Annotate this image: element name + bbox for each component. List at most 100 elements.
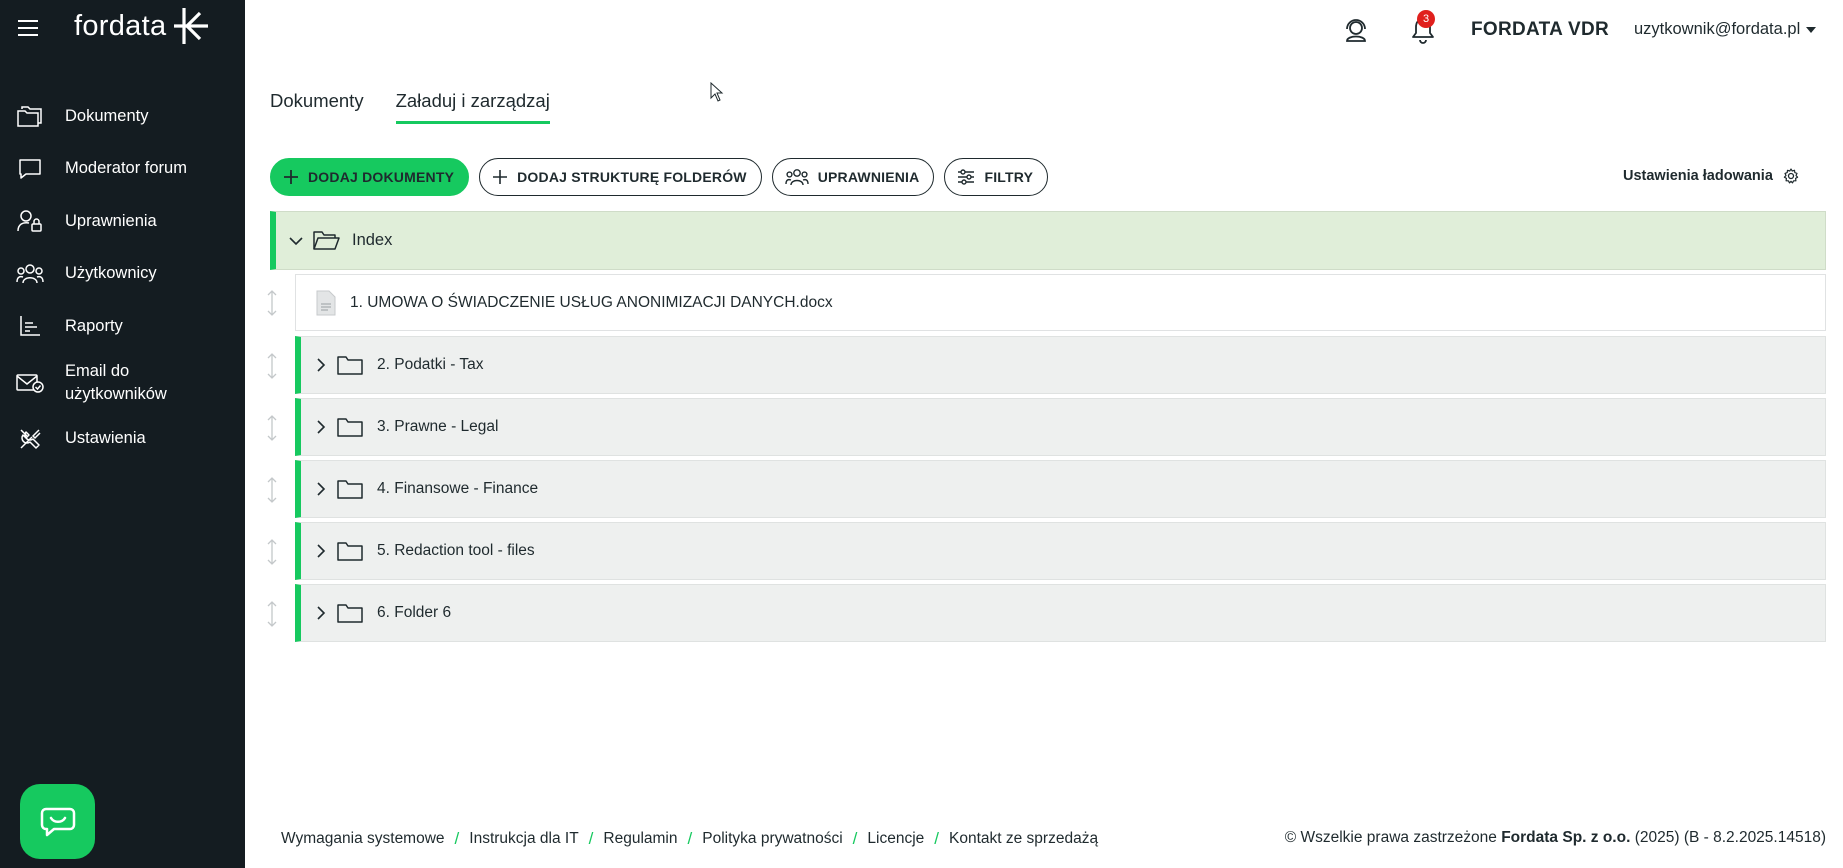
copyright-suffix: (2025) (B - 8.2.2025.14518) [1634,829,1826,846]
add-folder-structure-button[interactable]: DODAJ STRUKTURĘ FOLDERÓW [479,158,762,196]
sidebar-item-reports[interactable]: Raporty [0,300,245,353]
copyright-prefix: © Wszelkie prawa zastrzeżone [1284,829,1497,846]
chevron-right-icon[interactable] [313,419,329,435]
folder-label: Index [352,231,393,249]
caret-down-icon [1806,26,1817,33]
folder-icon [337,542,363,561]
notification-badge: 3 [1417,10,1435,28]
footer-link-contact-sales[interactable]: Kontakt ze sprzedażą [949,830,1098,848]
sidebar-item-label: Raporty [65,316,123,335]
folder-row-index[interactable]: Index [270,211,1826,270]
chat-support-button[interactable] [20,784,95,859]
tab-documents[interactable]: Dokumenty [270,90,364,124]
sidebar-item-settings[interactable]: Ustawienia [0,413,245,466]
chevron-right-icon[interactable] [313,543,329,559]
sidebar-item-forum-moderator[interactable]: Moderator forum [0,143,245,196]
chat-support-icon [40,807,75,836]
chevron-down-icon[interactable] [288,233,304,249]
footer-links: Wymagania systemowe / Instrukcja dla IT … [281,829,1098,849]
fordata-logo[interactable]: fordata [74,8,209,44]
top-header: 3 FORDATA VDR uzytkownik@fordata.pl [245,0,1843,60]
mouse-cursor-icon [710,82,724,102]
folder-row[interactable]: 5. Redaction tool - files [295,522,1826,580]
sidebar-item-label: Uprawnienia [65,211,157,230]
chevron-right-icon[interactable] [313,357,329,373]
tools-icon [16,425,44,453]
folder-label: 4. Finansowe - Finance [377,480,539,497]
folder-label: 2. Podatki - Tax [377,356,484,373]
drag-handle-icon[interactable] [265,476,279,504]
drag-handle-icon[interactable] [265,538,279,566]
chart-icon [16,312,44,340]
user-lock-icon [16,207,44,235]
drag-handle-icon[interactable] [265,352,279,380]
user-email: uzytkownik@fordata.pl [1634,20,1801,38]
footer-link-licenses[interactable]: Licencje [867,830,924,848]
logo-mark-icon [174,8,209,44]
folder-row[interactable]: 3. Prawne - Legal [295,398,1826,456]
upload-settings-link[interactable]: Ustawienia ładowania [1623,168,1799,184]
menu-hamburger-icon[interactable] [18,20,38,36]
footer-link-it-instructions[interactable]: Instrukcja dla IT [469,830,578,848]
logo-text: fordata [74,9,167,42]
folder-label: 5. Redaction tool - files [377,542,535,559]
mail-check-icon [16,369,44,397]
vdr-title: FORDATA VDR [1471,19,1610,40]
sidebar-item-label: Email do użytkowników [65,361,167,403]
company-name: Fordata Sp. z o.o. [1501,829,1631,846]
permissions-label: UPRAWNIENIA [817,169,920,185]
drag-handle-icon[interactable] [265,289,279,317]
footer-separator: / [852,829,858,848]
sidebar-item-permissions[interactable]: Uprawnienia [0,195,245,248]
folder-label: 6. Folder 6 [377,604,452,621]
documents-icon [16,102,44,130]
footer-separator: / [588,829,594,848]
folder-icon [337,356,363,375]
users-icon [16,260,44,288]
copyright: © Wszelkie prawa zastrzeżone Fordata Sp.… [1285,829,1826,847]
upload-settings-label: Ustawienia ładowania [1623,168,1773,184]
main-tabs: Dokumenty Załaduj i zarządzaj [270,90,550,124]
sidebar-item-label: Ustawienia [65,429,146,448]
folder-row[interactable]: 2. Podatki - Tax [295,336,1826,394]
add-documents-label: DODAJ DOKUMENTY [308,169,455,185]
plus-icon [493,170,508,184]
folder-label: 3. Prawne - Legal [377,418,499,435]
chevron-right-icon[interactable] [313,481,329,497]
file-row[interactable]: 1. UMOWA O ŚWIADCZENIE USŁUG ANONIMIZACJ… [295,274,1826,331]
folder-icon [337,418,363,437]
sidebar-item-label: Dokumenty [65,106,149,125]
sidebar: fordata Dokumenty Moderator forum Uprawn… [0,0,245,868]
users-icon [785,169,809,186]
folder-icon [337,480,363,499]
folder-open-icon [313,230,340,250]
drag-handle-icon[interactable] [265,600,279,628]
sidebar-item-label: Użytkownicy [65,264,157,283]
user-menu[interactable]: uzytkownik@fordata.pl [1634,20,1817,39]
tab-upload-manage[interactable]: Załaduj i zarządzaj [395,90,550,124]
folder-row[interactable]: 4. Finansowe - Finance [295,460,1826,518]
footer-separator: / [687,829,693,848]
sliders-icon [958,169,975,185]
sidebar-item-label: Moderator forum [65,159,187,178]
footer-separator: / [454,829,460,848]
folder-row[interactable]: 6. Folder 6 [295,584,1826,642]
chevron-right-icon[interactable] [313,605,329,621]
add-documents-button[interactable]: DODAJ DOKUMENTY [270,158,470,196]
filters-label: FILTRY [984,169,1034,185]
footer-link-system-requirements[interactable]: Wymagania systemowe [281,830,445,848]
gear-icon [1783,168,1799,184]
permissions-button[interactable]: UPRAWNIENIA [771,158,935,196]
plus-icon [284,170,298,184]
footer-link-terms[interactable]: Regulamin [603,830,677,848]
sidebar-item-users[interactable]: Użytkownicy [0,248,245,301]
footer-link-privacy-policy[interactable]: Polityka prywatności [702,830,842,848]
support-agent-icon[interactable] [1343,17,1369,43]
sidebar-item-email-users[interactable]: Email do użytkowników [0,353,245,413]
sidebar-item-documents[interactable]: Dokumenty [0,90,245,143]
chat-bubble-icon [16,155,44,183]
document-file-icon [316,290,336,315]
folder-icon [337,604,363,623]
filters-button[interactable]: FILTRY [944,158,1049,196]
drag-handle-icon[interactable] [265,414,279,442]
